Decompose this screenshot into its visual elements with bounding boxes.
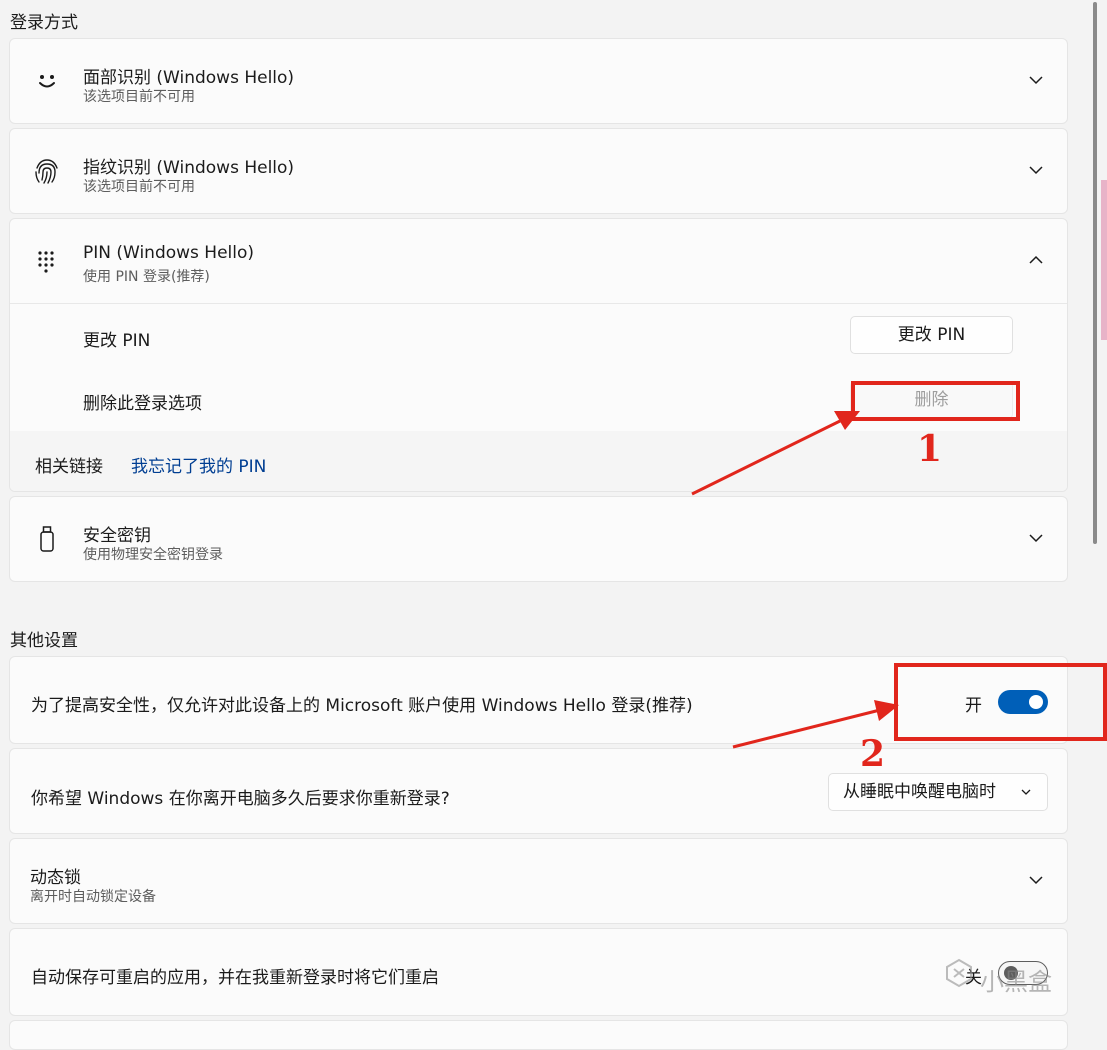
require-signin-card: 你希望 Windows 在你离开电脑多久后要求你重新登录? 从睡眠中唤醒电脑时 — [9, 748, 1068, 834]
background-strip — [1101, 180, 1107, 340]
chevron-up-icon[interactable] — [1027, 251, 1045, 269]
annotation-number-2: 2 — [860, 733, 886, 775]
fingerprint-card[interactable]: 指纹识别 (Windows Hello) 该选项目前不可用 — [9, 128, 1068, 214]
fingerprint-subtitle: 该选项目前不可用 — [83, 179, 195, 195]
security-key-subtitle: 使用物理安全密钥登录 — [83, 547, 223, 563]
pin-header[interactable]: PIN (Windows Hello) 使用 PIN 登录(推荐) — [10, 219, 1067, 303]
scrollbar-thumb[interactable] — [1093, 2, 1097, 544]
annotation-box-2 — [894, 663, 1107, 741]
annotation-number-1: 1 — [917, 428, 943, 470]
dropdown-selected-value: 从睡眠中唤醒电脑时 — [843, 782, 996, 802]
watermark-text: 小黑盒 — [980, 968, 1052, 996]
pin-title: PIN (Windows Hello) — [83, 243, 255, 263]
pin-card: PIN (Windows Hello) 使用 PIN 登录(推荐) 更改 PIN… — [9, 218, 1068, 492]
chevron-down-icon — [1019, 785, 1033, 799]
related-links-bar: 相关链接 我忘记了我的 PIN — [10, 431, 1067, 491]
require-signin-label: 你希望 Windows 在你离开电脑多久后要求你重新登录? — [31, 789, 450, 809]
change-pin-label: 更改 PIN — [83, 331, 151, 351]
watermark-logo — [944, 958, 974, 988]
forgot-pin-link[interactable]: 我忘记了我的 PIN — [131, 452, 266, 477]
fingerprint-title: 指纹识别 (Windows Hello) — [83, 158, 295, 178]
keypad-icon — [32, 246, 62, 276]
face-recognition-title: 面部识别 (Windows Hello) — [83, 68, 295, 88]
fingerprint-icon — [32, 156, 62, 186]
smiley-face-icon — [32, 66, 62, 96]
dynamic-lock-title: 动态锁 — [30, 868, 81, 888]
hello-only-label: 为了提高安全性，仅允许对此设备上的 Microsoft 账户使用 Windows… — [31, 696, 693, 716]
section-title-sign-in: 登录方式 — [10, 13, 78, 33]
pin-subtitle: 使用 PIN 登录(推荐) — [83, 269, 210, 285]
dynamic-lock-card[interactable]: 动态锁 离开时自动锁定设备 — [9, 838, 1068, 924]
usb-key-icon — [32, 524, 62, 554]
chevron-down-icon[interactable] — [1027, 529, 1045, 547]
remove-sign-in-option-label: 删除此登录选项 — [83, 394, 202, 414]
face-recognition-card[interactable]: 面部识别 (Windows Hello) 该选项目前不可用 — [9, 38, 1068, 124]
restart-apps-card: 自动保存可重启的应用，并在我重新登录时将它们重启 关 — [9, 928, 1068, 1016]
section-title-other-settings: 其他设置 — [10, 631, 78, 651]
related-links-label: 相关链接 — [35, 457, 103, 477]
require-signin-dropdown[interactable]: 从睡眠中唤醒电脑时 — [828, 773, 1048, 811]
annotation-box-1 — [851, 381, 1020, 421]
security-key-title: 安全密钥 — [83, 526, 151, 546]
scrollbar[interactable] — [1090, 0, 1100, 1029]
chevron-down-icon[interactable] — [1027, 161, 1045, 179]
next-card-partial — [9, 1020, 1068, 1050]
face-recognition-subtitle: 该选项目前不可用 — [83, 89, 195, 105]
chevron-down-icon[interactable] — [1027, 871, 1045, 889]
divider — [10, 303, 1067, 304]
restart-apps-label: 自动保存可重启的应用，并在我重新登录时将它们重启 — [31, 968, 439, 988]
security-key-card[interactable]: 安全密钥 使用物理安全密钥登录 — [9, 496, 1068, 582]
dynamic-lock-subtitle: 离开时自动锁定设备 — [30, 889, 156, 905]
change-pin-button[interactable]: 更改 PIN — [850, 316, 1013, 354]
chevron-down-icon[interactable] — [1027, 71, 1045, 89]
